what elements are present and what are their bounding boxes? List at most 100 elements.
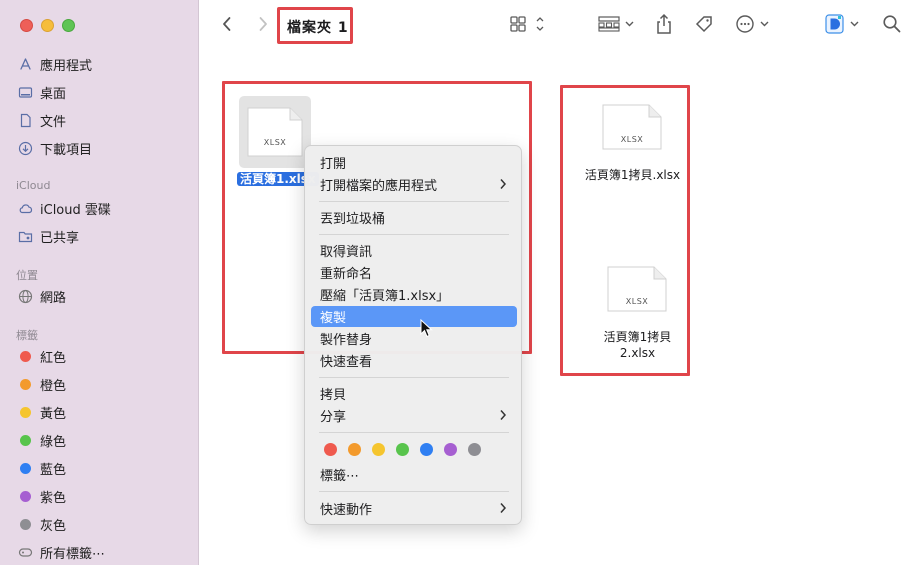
- share-button[interactable]: [655, 13, 673, 39]
- menu-separator: [319, 234, 509, 235]
- chevron-right-icon: [499, 501, 507, 519]
- sidebar-item-icloud-drive[interactable]: iCloud 雲碟: [18, 197, 111, 219]
- menu-item-label: 拷貝: [320, 388, 347, 403]
- action-menu-button[interactable]: [735, 14, 771, 38]
- menu-item-label: 取得資訊: [320, 245, 373, 260]
- menu-item-quick-look[interactable]: 快速查看: [311, 350, 517, 371]
- tag-color-green[interactable]: [396, 443, 409, 456]
- sidebar-tag-red[interactable]: 紅色: [18, 345, 66, 367]
- share-icon: [655, 13, 673, 39]
- menu-item-share[interactable]: 分享: [311, 405, 517, 426]
- menu-item-duplicate[interactable]: 複製: [311, 306, 517, 327]
- tag-color-dot: [20, 378, 31, 390]
- menu-item-copy[interactable]: 拷貝: [311, 383, 517, 404]
- search-button[interactable]: [882, 14, 902, 38]
- context-menu: 打開 打開檔案的應用程式 丟到垃圾桶 取得資訊 重新命名 壓縮「活頁簿1.xls…: [304, 145, 522, 525]
- menu-item-label: 打開檔案的應用程式: [320, 179, 438, 194]
- view-mode-button[interactable]: [510, 14, 546, 38]
- menu-item-open-with[interactable]: 打開檔案的應用程式: [311, 174, 517, 195]
- sidebar-item-label: 橙色: [40, 378, 67, 394]
- group-grid-icon: [598, 15, 636, 37]
- tag-color-red[interactable]: [324, 443, 337, 456]
- apps-icon: [18, 57, 33, 72]
- sidebar: 應用程式 桌面 文件 下載項目 iCloud iCloud 雲碟 已共享 位置 …: [0, 0, 199, 565]
- tag-color-dot: [20, 462, 31, 474]
- tag-color-orange[interactable]: [348, 443, 361, 456]
- cloud-icon: [18, 201, 33, 216]
- app-logo-icon: [825, 13, 863, 39]
- sidebar-tag-purple[interactable]: 紫色: [18, 485, 66, 507]
- tag-button[interactable]: [694, 14, 714, 38]
- tag-color-dot: [20, 490, 31, 502]
- sidebar-item-label: 網路: [40, 290, 67, 306]
- more-icon: [735, 14, 771, 38]
- sidebar-item-documents[interactable]: 文件: [18, 109, 66, 131]
- tag-color-blue[interactable]: [420, 443, 433, 456]
- sidebar-item-network[interactable]: 網路: [18, 285, 66, 307]
- chevron-right-icon: [499, 408, 507, 426]
- document-icon: [18, 113, 33, 128]
- menu-item-make-alias[interactable]: 製作替身: [311, 328, 517, 349]
- menu-item-label: 丟到垃圾桶: [320, 212, 386, 227]
- sidebar-item-label: 紅色: [40, 350, 67, 366]
- menu-item-label: 標籤⋯: [320, 469, 360, 484]
- section-title-icloud: iCloud: [16, 179, 51, 192]
- group-by-button[interactable]: [598, 14, 636, 38]
- sidebar-tag-orange[interactable]: 橙色: [18, 373, 66, 395]
- menu-item-compress[interactable]: 壓縮「活頁簿1.xlsx」: [311, 284, 517, 305]
- section-title-locations: 位置: [16, 269, 38, 282]
- shared-folder-icon: [18, 229, 33, 244]
- app-extension-button[interactable]: [825, 14, 863, 38]
- tag-color-dot: [20, 406, 31, 418]
- menu-item-tags[interactable]: 標籤⋯: [311, 464, 517, 485]
- sidebar-item-shared[interactable]: 已共享: [18, 225, 79, 247]
- sidebar-item-label: 桌面: [40, 86, 67, 102]
- tag-icon: [694, 14, 714, 38]
- forward-button[interactable]: [253, 14, 273, 38]
- close-button[interactable]: [20, 19, 33, 32]
- network-icon: [18, 289, 33, 304]
- tag-color-purple[interactable]: [444, 443, 457, 456]
- menu-item-move-to-trash[interactable]: 丟到垃圾桶: [311, 207, 517, 228]
- sidebar-item-label: 下載項目: [40, 142, 93, 158]
- sidebar-tag-blue[interactable]: 藍色: [18, 457, 66, 479]
- tag-color-dot: [20, 350, 31, 362]
- chevron-right-icon: [258, 16, 268, 36]
- menu-separator: [319, 201, 509, 202]
- window-controls: [20, 19, 75, 32]
- mouse-cursor-icon: [420, 319, 433, 338]
- sidebar-item-desktop[interactable]: 桌面: [18, 81, 66, 103]
- sidebar-item-label: 所有標籤⋯: [40, 546, 106, 562]
- sidebar-item-label: 文件: [40, 114, 67, 130]
- sidebar-tag-green[interactable]: 綠色: [18, 429, 66, 451]
- sidebar-item-applications[interactable]: 應用程式: [18, 53, 92, 75]
- chevron-right-icon: [499, 177, 507, 195]
- minimize-button[interactable]: [41, 19, 54, 32]
- sidebar-item-label: 灰色: [40, 518, 67, 534]
- menu-item-rename[interactable]: 重新命名: [311, 262, 517, 283]
- sidebar-tag-yellow[interactable]: 黃色: [18, 401, 66, 423]
- annotation-box-copies: [560, 85, 690, 376]
- menu-item-quick-actions[interactable]: 快速動作: [311, 498, 517, 519]
- sidebar-item-label: 應用程式: [40, 58, 93, 74]
- sidebar-tag-gray[interactable]: 灰色: [18, 513, 66, 535]
- menu-item-get-info[interactable]: 取得資訊: [311, 240, 517, 261]
- icon-view-icon: [510, 15, 546, 37]
- tag-color-gray[interactable]: [468, 443, 481, 456]
- tag-color-yellow[interactable]: [372, 443, 385, 456]
- sidebar-item-all-tags[interactable]: 所有標籤⋯: [18, 541, 105, 563]
- sidebar-item-label: iCloud 雲碟: [40, 202, 111, 218]
- sidebar-item-downloads[interactable]: 下載項目: [18, 137, 92, 159]
- sidebar-item-label: 已共享: [40, 230, 80, 246]
- tag-color-dot: [20, 434, 31, 446]
- menu-item-open[interactable]: 打開: [311, 152, 517, 173]
- section-title-tags: 標籤: [16, 329, 38, 342]
- tag-color-dot: [20, 518, 31, 530]
- menu-item-label: 複製: [320, 311, 347, 326]
- zoom-button[interactable]: [62, 19, 75, 32]
- menu-item-label: 壓縮「活頁簿1.xlsx」: [320, 289, 450, 304]
- sidebar-item-label: 藍色: [40, 462, 67, 478]
- menu-item-label: 重新命名: [320, 267, 373, 282]
- chevron-left-icon: [222, 16, 232, 36]
- back-button[interactable]: [217, 14, 237, 38]
